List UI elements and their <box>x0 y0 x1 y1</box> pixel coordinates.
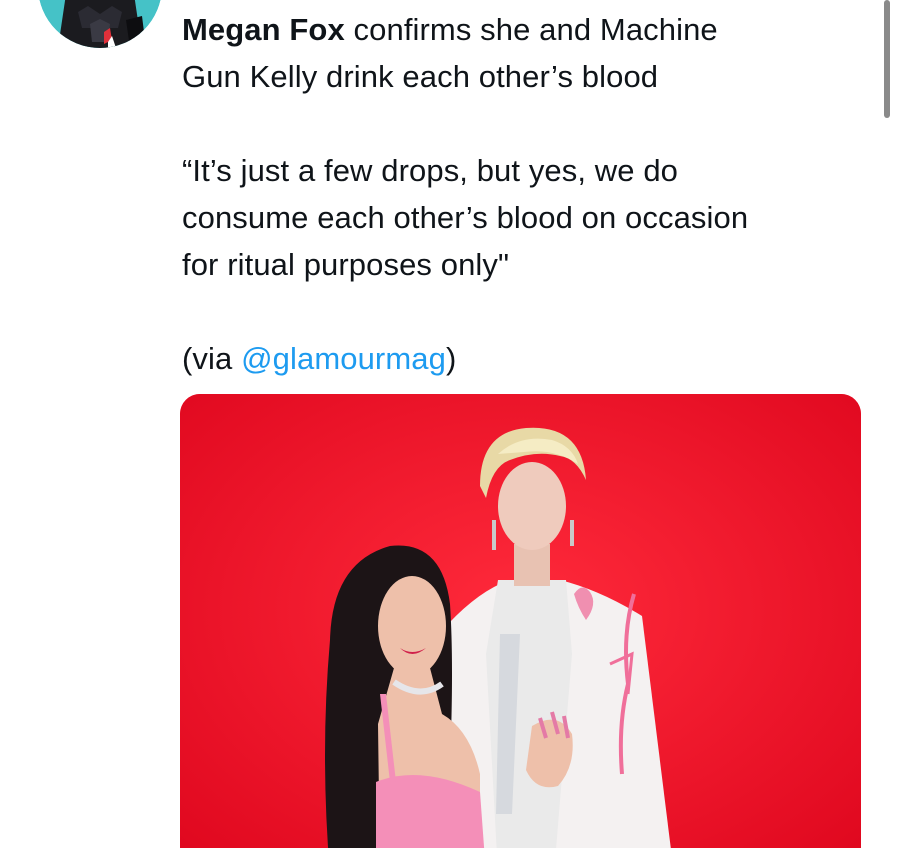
via-suffix: ) <box>445 341 457 376</box>
via-prefix: (via <box>182 341 242 376</box>
headline-rest: confirms she and Machine <box>353 12 718 47</box>
via-line: (via @glamourmag) <box>182 335 862 382</box>
glamourmag-mention-link[interactable]: @glamourmag <box>241 341 446 376</box>
tweet-card: Megan Fox confirms she and Machine Gun K… <box>0 0 900 848</box>
avatar[interactable] <box>38 0 162 48</box>
headline-line-1: Megan Fox confirms she and Machine <box>182 6 862 53</box>
scrollbar[interactable] <box>884 0 890 118</box>
quote-line-3: for ritual purposes only" <box>182 247 510 282</box>
headline-author: Megan Fox <box>182 12 345 47</box>
avatar-helmet-icon <box>38 0 162 48</box>
couple-photo-image <box>180 394 861 848</box>
quote-line-2: consume each other’s blood on occasion <box>182 200 749 235</box>
quote-line-1: “It’s just a few drops, but yes, we do <box>182 153 679 188</box>
tweet-text: Megan Fox confirms she and Machine Gun K… <box>182 6 862 382</box>
tweet-photo[interactable] <box>180 394 861 848</box>
headline-line-2: Gun Kelly drink each other’s blood <box>182 59 659 94</box>
